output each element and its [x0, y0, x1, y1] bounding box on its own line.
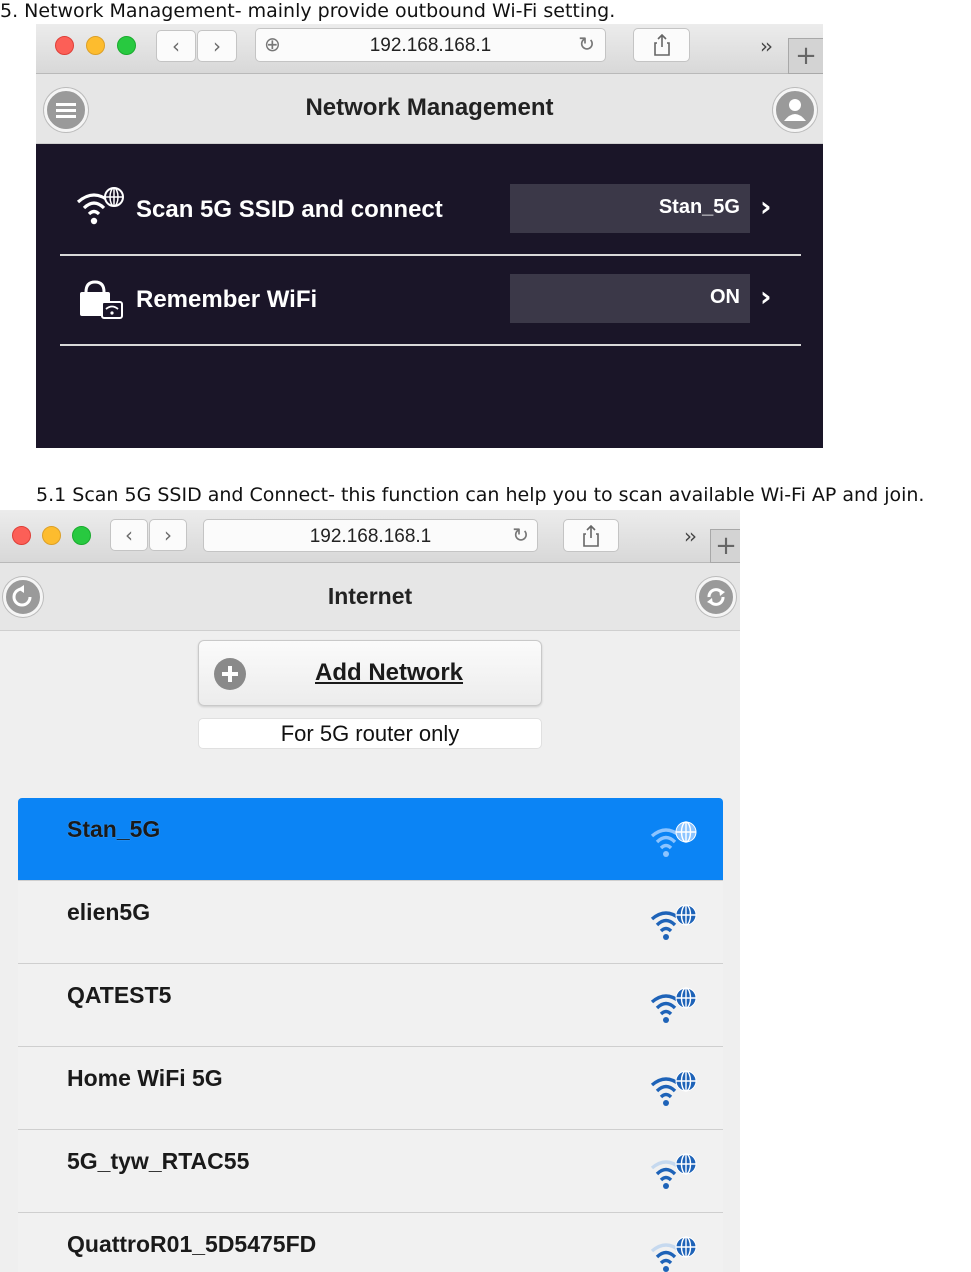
url-text: 192.168.168.1: [369, 35, 492, 56]
remember-wifi-value-box[interactable]: ON: [510, 274, 750, 323]
page-title: Internet: [327, 583, 413, 609]
reload-icon[interactable]: ↻: [578, 32, 595, 56]
close-window-button[interactable]: [12, 526, 31, 545]
wifi-signal-icon: [650, 821, 697, 857]
wifi-network-name: QuattroR01_5D5475FD: [67, 1231, 317, 1257]
settings-panel: Scan 5G SSID and connect Stan_5G › Remem…: [36, 144, 823, 448]
scan-5g-row[interactable]: Scan 5G SSID and connect Stan_5G ›: [60, 166, 801, 256]
browser-toolbar: ‹ › 192.168.168.1 ↻ ›› +: [0, 510, 740, 563]
chevron-right-icon: ›: [164, 523, 172, 547]
chevron-right-icon: ›: [213, 34, 221, 58]
zoom-window-button[interactable]: [117, 36, 136, 55]
back-button[interactable]: ‹: [110, 519, 148, 551]
remember-wifi-row[interactable]: Remember WiFi ON ›: [60, 256, 801, 346]
refresh-icon: [707, 588, 725, 606]
section-5-1-heading: 5.1 Scan 5G SSID and Connect- this funct…: [36, 484, 925, 506]
wifi-network-item[interactable]: QATEST5: [18, 964, 723, 1047]
remember-wifi-value: ON: [710, 286, 740, 308]
wifi-signal-icon: [650, 987, 697, 1023]
wifi-network-item[interactable]: Stan_5G: [18, 798, 723, 881]
plus-circle-icon: [214, 658, 246, 690]
wifi-signal-icon: [650, 904, 697, 940]
minimize-window-button[interactable]: [86, 36, 105, 55]
internet-screenshot: ‹ › 192.168.168.1 ↻ ›› + Internet Add Ne…: [0, 510, 740, 1272]
wifi-network-name: Stan_5G: [67, 816, 161, 842]
minimize-window-button[interactable]: [42, 526, 61, 545]
lock-wifi-icon: [80, 280, 123, 319]
wifi-network-name: 5G_tyw_RTAC55: [67, 1148, 250, 1174]
wifi-network-list: Stan_5G elien5G QATEST5 Home WiFi 5G 5G_tyw_…: [18, 798, 723, 1272]
remember-wifi-label: Remember WiFi: [136, 286, 318, 313]
scan-5g-label: Scan 5G SSID and connect: [136, 196, 443, 223]
current-ssid-value: Stan_5G: [658, 196, 740, 218]
chevron-left-icon: ‹: [172, 34, 180, 58]
user-icon: [784, 99, 806, 121]
overflow-chevrons-icon[interactable]: ››: [684, 524, 697, 548]
forward-button[interactable]: ›: [197, 30, 237, 62]
account-button[interactable]: [773, 88, 817, 132]
chevron-right-icon[interactable]: ›: [760, 190, 772, 223]
scan-5g-value-box[interactable]: Stan_5G: [510, 184, 750, 233]
wifi-signal-icon: [650, 1070, 697, 1106]
wifi-network-item[interactable]: 5G_tyw_RTAC55: [18, 1130, 723, 1213]
wifi-network-name: elien5G: [67, 899, 151, 925]
share-button[interactable]: [633, 28, 690, 62]
add-network-label: Add Network: [315, 659, 464, 686]
share-button[interactable]: [563, 519, 619, 552]
chevron-right-icon[interactable]: ›: [760, 280, 772, 313]
browser-toolbar: ‹ › ⊕ 192.168.168.1 ↻ ›› +: [36, 24, 823, 74]
wifi-globe-icon: [76, 187, 124, 225]
section-5-heading: 5. Network Management- mainly provide ou…: [0, 0, 616, 22]
close-window-button[interactable]: [55, 36, 74, 55]
zoom-window-button[interactable]: [72, 526, 91, 545]
share-icon: [583, 524, 599, 547]
app-header: Internet: [0, 563, 740, 631]
address-bar[interactable]: ⊕ 192.168.168.1 ↻: [255, 28, 606, 62]
refresh-button[interactable]: [696, 577, 736, 617]
reload-icon[interactable]: ↻: [512, 523, 529, 547]
wifi-network-item[interactable]: Home WiFi 5G: [18, 1047, 723, 1130]
network-management-screenshot: ‹ › ⊕ 192.168.168.1 ↻ ›› + Network Manag…: [36, 24, 823, 448]
new-tab-button[interactable]: +: [788, 38, 823, 74]
wifi-signal-icon: [650, 1236, 697, 1272]
app-header: Network Management: [36, 74, 823, 144]
wifi-network-item[interactable]: elien5G: [18, 881, 723, 964]
5g-only-note: For 5G router only: [198, 718, 542, 749]
wifi-signal-icon: [650, 1153, 697, 1189]
address-bar[interactable]: 192.168.168.1 ↻: [203, 519, 538, 552]
overflow-chevrons-icon[interactable]: ››: [760, 34, 773, 58]
chevron-left-icon: ‹: [125, 523, 133, 547]
url-text: 192.168.168.1: [309, 526, 432, 547]
back-button[interactable]: ‹: [156, 30, 196, 62]
page-title: Network Management: [305, 94, 554, 121]
wifi-network-item[interactable]: QuattroR01_5D5475FD: [18, 1213, 723, 1272]
wifi-network-name: Home WiFi 5G: [67, 1065, 223, 1091]
wifi-network-name: QATEST5: [67, 982, 172, 1008]
add-network-button[interactable]: Add Network: [198, 640, 542, 706]
new-tab-button[interactable]: +: [710, 529, 740, 563]
share-icon: [653, 34, 670, 56]
forward-button[interactable]: ›: [149, 519, 187, 551]
